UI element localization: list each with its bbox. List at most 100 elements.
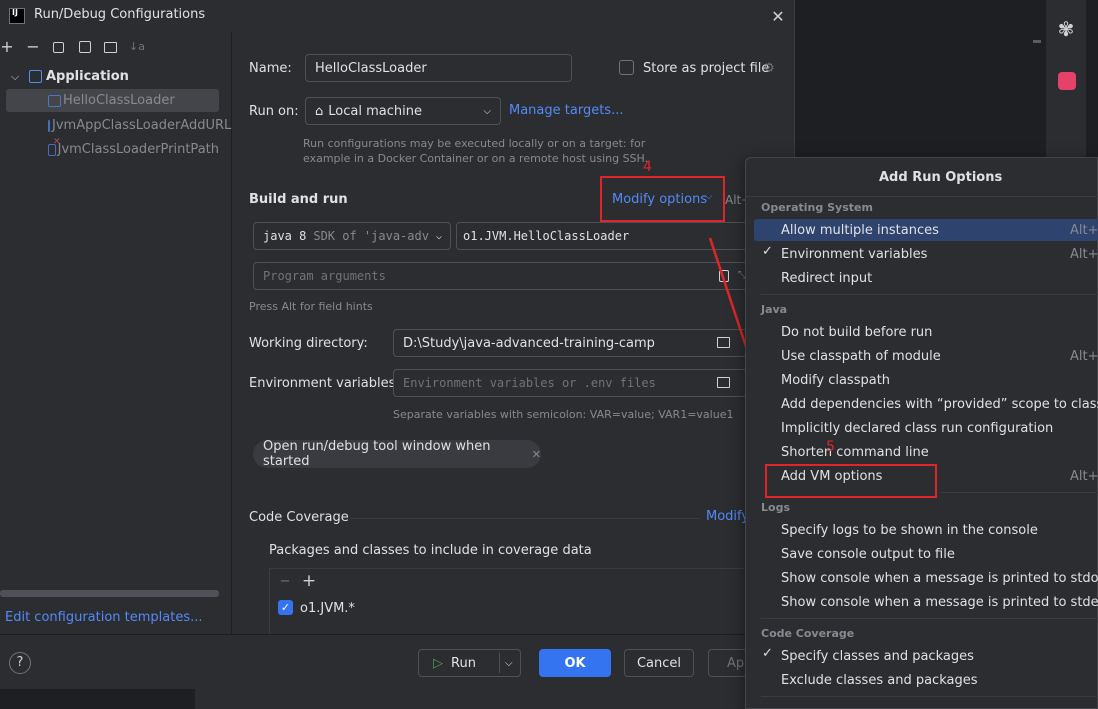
application-icon — [29, 70, 42, 83]
run-on-hint-2: example in a Docker Container or on a re… — [303, 152, 649, 165]
option-add-vm-options[interactable]: Add VM options — [781, 465, 882, 487]
sort-icon[interactable]: ↓a — [129, 38, 145, 54]
section-code-coverage: Code Coverage — [761, 627, 855, 640]
run-on-hint-1: Run configurations may be executed local… — [303, 137, 646, 150]
option-show-console-stderr[interactable]: Show console when a message is printed t… — [781, 591, 1098, 613]
copy-icon[interactable] — [53, 42, 64, 53]
dialog-title: Run/Debug Configurations — [34, 7, 206, 22]
folder-icon[interactable] — [104, 42, 117, 53]
configurations-panel: + − ↓a ⌵ Application HelloClassLoader Jv… — [0, 32, 232, 634]
environment-variables-label: Environment variables: — [249, 376, 400, 391]
intellij-logo-icon: IJ — [9, 8, 25, 24]
run-on-label: Run on: — [249, 104, 299, 119]
horizontal-scrollbar[interactable] — [0, 590, 219, 597]
section-logs: Logs — [761, 501, 790, 514]
divider — [761, 294, 1098, 295]
close-icon[interactable]: ✕ — [768, 6, 788, 26]
package-checkbox[interactable]: ✓ — [278, 600, 293, 615]
tree-item-helloclassloader[interactable]: HelloClassLoader — [6, 89, 219, 112]
add-run-options-popup: Add Run Options Operating System Allow m… — [745, 157, 1098, 709]
open-tool-window-chip[interactable]: Open run/debug tool window when started … — [253, 439, 541, 469]
chevron-down-icon[interactable]: ⌵ — [505, 658, 513, 669]
tree-group-application[interactable]: Application — [46, 69, 129, 84]
run-on-value: Local machine — [328, 103, 422, 119]
shortcut: Alt+E — [1070, 246, 1098, 262]
annotation-step-5: 5 — [826, 439, 835, 455]
name-label: Name: — [249, 61, 292, 76]
jdk-hint: SDK of 'java-adv — [313, 229, 429, 243]
tree-item-label: JvmClassLoaderPrintPath — [57, 142, 219, 157]
ai-assistant-icon[interactable]: ✾ — [1054, 16, 1078, 42]
divider — [746, 196, 1098, 197]
package-item: o1.JVM.* — [300, 601, 355, 616]
manage-targets-link[interactable]: Manage targets... — [509, 103, 623, 118]
save-icon[interactable] — [79, 41, 91, 53]
ide-editor-area — [795, 0, 1045, 160]
checkmark-icon: ✓ — [762, 646, 773, 661]
option-add-dependencies-provided[interactable]: Add dependencies with “provided” scope t… — [781, 393, 1098, 415]
chevron-down-icon: ⌵ — [483, 105, 491, 117]
shortcut: Alt+O — [1070, 348, 1098, 364]
coverage-packages-label: Packages and classes to include in cover… — [269, 543, 592, 558]
class-config-icon — [48, 119, 50, 132]
option-show-console-stdout[interactable]: Show console when a message is printed t… — [781, 567, 1098, 589]
remove-icon[interactable]: − — [278, 571, 292, 591]
chevron-down-icon: ⌵ — [705, 191, 713, 202]
popup-title: Add Run Options — [879, 170, 1003, 185]
run-on-select[interactable]: ⌂ Local machine ⌵ — [305, 97, 501, 125]
option-allow-multiple-instances[interactable]: Allow multiple instances — [781, 219, 939, 241]
working-directory-label: Working directory: — [249, 336, 368, 351]
add-icon[interactable]: + — [302, 571, 316, 591]
dialog-footer: ? ▷ Run ⌵ OK Cancel Ap — [0, 634, 795, 689]
option-implicitly-declared-class[interactable]: Implicitly declared class run configurat… — [781, 417, 1053, 439]
tree-item-label: HelloClassLoader — [63, 93, 175, 108]
run-label: Run — [451, 655, 476, 671]
divider — [761, 618, 1098, 619]
coverage-modify-link[interactable]: Modify — [706, 509, 749, 524]
remove-icon[interactable]: − — [26, 37, 40, 56]
divider — [761, 696, 1098, 697]
tree-item-label: JvmAppClassLoaderAddURL — [52, 118, 232, 133]
modify-options-link[interactable]: Modify options — [612, 192, 707, 207]
option-specify-logs[interactable]: Specify logs to be shown in the console — [781, 519, 1038, 541]
jdk-select[interactable]: java 8 SDK of 'java-adv ⌵ — [253, 222, 451, 250]
environment-variables-hint: Separate variables with semicolon: VAR=v… — [393, 408, 734, 421]
coverage-packages-list: − + ✓ o1.JVM.* — [269, 568, 756, 634]
tree-item-jvmappclassloaderaddurl[interactable]: JvmAppClassLoaderAddURL — [6, 114, 231, 137]
option-environment-variables[interactable]: Environment variables — [781, 243, 927, 265]
divider — [941, 492, 1098, 493]
run-debug-dialog: IJ Run/Debug Configurations ✕ + − ↓a ⌵ A… — [0, 0, 795, 689]
option-shorten-command-line[interactable]: Shorten command line — [781, 441, 929, 463]
chevron-down-icon: ⌵ — [435, 230, 442, 242]
class-config-error-icon: ✕ — [48, 137, 61, 156]
add-icon[interactable]: + — [0, 37, 14, 56]
store-project-label: Store as project file — [643, 61, 770, 76]
alt-hint: Press Alt for field hints — [249, 300, 373, 313]
run-button[interactable]: ▷ Run ⌵ — [418, 649, 521, 677]
close-icon[interactable]: ✕ — [532, 448, 541, 461]
chevron-down-icon[interactable]: ⌵ — [9, 70, 21, 84]
plugin-icon[interactable] — [1058, 72, 1076, 90]
name-field[interactable]: HelloClassLoader — [305, 54, 572, 82]
option-exclude-classes-packages[interactable]: Exclude classes and packages — [781, 669, 977, 691]
open-tool-window-label: Open run/debug tool window when started — [263, 439, 491, 469]
code-coverage-heading: Code Coverage — [249, 510, 349, 525]
cancel-button[interactable]: Cancel — [624, 649, 694, 677]
edit-templates-link[interactable]: Edit configuration templates... — [5, 610, 203, 625]
option-specify-classes-packages[interactable]: Specify classes and packages — [781, 645, 974, 667]
gear-icon[interactable]: ⚙ — [761, 60, 777, 76]
tree-item-jvmclassloaderprintpath[interactable]: ✕ JvmClassLoaderPrintPath — [6, 137, 219, 161]
shortcut: Alt+V — [1070, 468, 1098, 484]
store-project-checkbox[interactable] — [619, 60, 634, 75]
option-redirect-input[interactable]: Redirect input — [781, 267, 872, 289]
option-save-console-output[interactable]: Save console output to file — [781, 543, 955, 565]
ok-button[interactable]: OK — [539, 649, 611, 677]
program-arguments-field[interactable]: Program arguments — [253, 262, 756, 290]
divider — [350, 518, 700, 519]
help-icon[interactable]: ? — [9, 652, 31, 674]
option-do-not-build[interactable]: Do not build before run — [781, 321, 932, 343]
option-use-classpath-of-module[interactable]: Use classpath of module — [781, 345, 941, 367]
option-modify-classpath[interactable]: Modify classpath — [781, 369, 890, 391]
checkmark-icon: ✓ — [762, 244, 773, 259]
section-operating-system: Operating System — [761, 201, 873, 214]
